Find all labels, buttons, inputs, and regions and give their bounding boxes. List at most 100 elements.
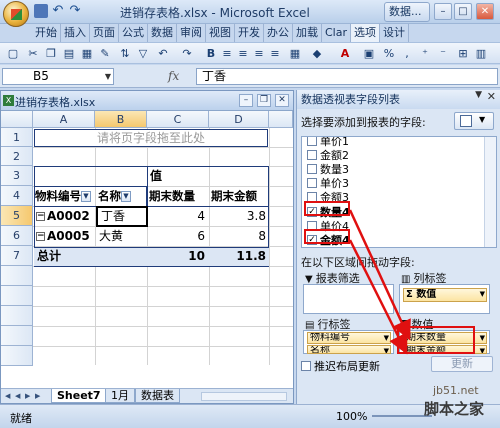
redo-toolbar-icon[interactable]: ↷ xyxy=(180,46,194,62)
active-cell-b5[interactable]: 丁香 xyxy=(96,206,148,227)
office-button[interactable] xyxy=(3,1,29,27)
first-sheet-icon[interactable]: ◀ xyxy=(5,391,13,401)
qty-a0005[interactable]: 6 xyxy=(149,228,205,245)
tab-page-layout[interactable]: 页面 xyxy=(90,24,119,42)
row-header-1[interactable]: 1 xyxy=(1,128,33,147)
data-button[interactable]: 数据... xyxy=(384,2,430,22)
column-header-e[interactable] xyxy=(269,111,293,128)
tab-insert[interactable]: 插入 xyxy=(61,24,90,42)
filter-dropdown-icon[interactable]: ▼ xyxy=(121,191,131,202)
chevron-down-icon[interactable]: ▼ xyxy=(480,347,485,353)
row-header-7[interactable]: 7 xyxy=(1,246,33,266)
collapse-icon[interactable]: − xyxy=(36,232,45,241)
checkbox-icon[interactable] xyxy=(307,150,317,160)
checkbox-icon[interactable] xyxy=(307,137,317,146)
cut-icon[interactable]: ✂ xyxy=(26,46,40,62)
font-color-icon[interactable]: A xyxy=(338,46,352,62)
column-values-chip[interactable]: Σ 数值 ▼ xyxy=(403,288,487,302)
percent-icon[interactable]: % xyxy=(382,46,396,62)
tab-data[interactable]: 数据 xyxy=(148,24,177,42)
filter-icon[interactable]: ▽ xyxy=(136,46,150,62)
view-buttons[interactable] xyxy=(292,411,332,423)
tab-design[interactable]: 设计 xyxy=(380,24,409,42)
sort-icon[interactable]: ⇅ xyxy=(118,46,132,62)
spreadsheet-grid[interactable]: A B C D 1 2 3 4 5 6 7 请将页字段拖至此处 值 物料编号 ▼… xyxy=(1,111,293,366)
amount-a0002[interactable]: 3.8 xyxy=(211,208,266,225)
decrease-decimal-icon[interactable]: ⁻ xyxy=(436,46,450,62)
zoom-level[interactable]: 100% xyxy=(336,410,367,423)
row-header-10[interactable] xyxy=(1,306,33,326)
sheet-tab-jan[interactable]: 1月 xyxy=(105,389,135,403)
column-header-a[interactable]: A xyxy=(33,111,95,128)
row-header-4[interactable]: 4 xyxy=(1,186,33,206)
tab-options[interactable]: 选项 xyxy=(351,24,380,42)
row-labels-area[interactable]: 物料编号 ▼ 名称 ▼ xyxy=(303,330,394,354)
update-button[interactable]: 更新 xyxy=(431,356,493,372)
save-icon[interactable] xyxy=(34,4,48,18)
align-left-icon[interactable]: ≡ xyxy=(220,46,234,62)
select-all-corner[interactable] xyxy=(1,111,33,128)
paste-icon[interactable]: ▤ xyxy=(62,46,76,62)
field-list-scrollbar[interactable] xyxy=(484,137,496,247)
new-file-icon[interactable]: ▢ xyxy=(6,46,20,62)
grand-total-amount[interactable]: 11.8 xyxy=(211,248,266,265)
minimize-icon[interactable]: – xyxy=(239,94,253,107)
row-header-9[interactable] xyxy=(1,286,33,306)
row-header-2[interactable]: 2 xyxy=(1,147,33,166)
qty-a0002[interactable]: 4 xyxy=(149,208,205,225)
chevron-down-icon[interactable]: ▼ xyxy=(480,290,485,298)
column-labels-area[interactable]: Σ 数值 ▼ xyxy=(399,284,490,314)
bold-icon[interactable]: B xyxy=(204,46,218,62)
increase-decimal-icon[interactable]: ⁺ xyxy=(418,46,432,62)
grand-total-label[interactable]: 总计 xyxy=(37,248,93,265)
filter-dropdown-icon[interactable]: ▼ xyxy=(81,191,91,202)
print-icon[interactable]: ▦ xyxy=(80,46,94,62)
chevron-down-icon[interactable]: ▼ xyxy=(480,334,485,342)
chevron-down-icon[interactable]: ▼ xyxy=(384,347,389,353)
report-filter-area[interactable] xyxy=(303,284,394,314)
row-header-3[interactable]: 3 xyxy=(1,166,33,186)
align-right-icon[interactable]: ≡ xyxy=(252,46,266,62)
redo-icon[interactable]: ↷ xyxy=(68,4,82,18)
function-icon[interactable]: fx xyxy=(168,69,179,83)
row-header-5[interactable]: 5 xyxy=(1,206,33,226)
row-header-12[interactable] xyxy=(1,346,33,366)
row-code-a0002-cell[interactable]: − A0002 xyxy=(36,208,95,225)
fill-color-icon[interactable]: ◆ xyxy=(310,46,324,62)
tab-view[interactable]: 视图 xyxy=(206,24,235,42)
minimize-icon[interactable]: – xyxy=(434,3,452,20)
tab-developer[interactable]: 开发 xyxy=(235,24,264,42)
name-a0005[interactable]: 大黄 xyxy=(99,228,145,245)
align-center-icon[interactable]: ≡ xyxy=(236,46,250,62)
row-label-header-cell[interactable]: 物料编号 ▼ xyxy=(35,188,95,205)
formula-input[interactable]: 丁香 xyxy=(196,68,498,85)
horizontal-scrollbar[interactable] xyxy=(201,392,287,401)
name-header-cell[interactable]: 名称 ▼ xyxy=(98,188,146,205)
merge-icon[interactable]: ▣ xyxy=(362,46,376,62)
chevron-down-icon[interactable]: ▼ xyxy=(384,334,389,342)
page-field-drop-area[interactable]: 请将页字段拖至此处 xyxy=(34,129,268,147)
chart-icon[interactable]: ▥ xyxy=(474,46,488,62)
amount-a0005[interactable]: 8 xyxy=(211,228,266,245)
pivot-table-icon[interactable]: ⊞ xyxy=(456,46,470,62)
close-icon[interactable]: ✕ xyxy=(476,3,494,20)
maximize-icon[interactable]: □ xyxy=(454,3,472,20)
next-sheet-icon[interactable]: ▶ xyxy=(25,391,33,401)
prev-sheet-icon[interactable]: ◀ xyxy=(15,391,23,401)
row-header-8[interactable] xyxy=(1,266,33,286)
column-header-c[interactable]: C xyxy=(147,111,209,128)
last-sheet-icon[interactable]: ▶ xyxy=(35,391,43,401)
restore-icon[interactable]: ❐ xyxy=(257,94,271,107)
format-painter-icon[interactable]: ✎ xyxy=(98,46,112,62)
column-header-b[interactable]: B xyxy=(95,111,147,128)
grand-total-qty[interactable]: 10 xyxy=(149,248,205,265)
close-icon[interactable]: ✕ xyxy=(487,90,496,103)
checkbox-icon[interactable] xyxy=(301,361,311,371)
tab-addins[interactable]: 加载 xyxy=(293,24,322,42)
layout-options-button[interactable]: ▼ xyxy=(454,112,494,130)
name-box[interactable]: B5 ▼ xyxy=(2,68,114,85)
row-code-a0005-cell[interactable]: − A0005 xyxy=(36,228,95,245)
row-chip-code[interactable]: 物料编号 ▼ xyxy=(307,332,391,344)
tab-office[interactable]: 办公 xyxy=(264,24,293,42)
copy-icon[interactable]: ❐ xyxy=(44,46,58,62)
